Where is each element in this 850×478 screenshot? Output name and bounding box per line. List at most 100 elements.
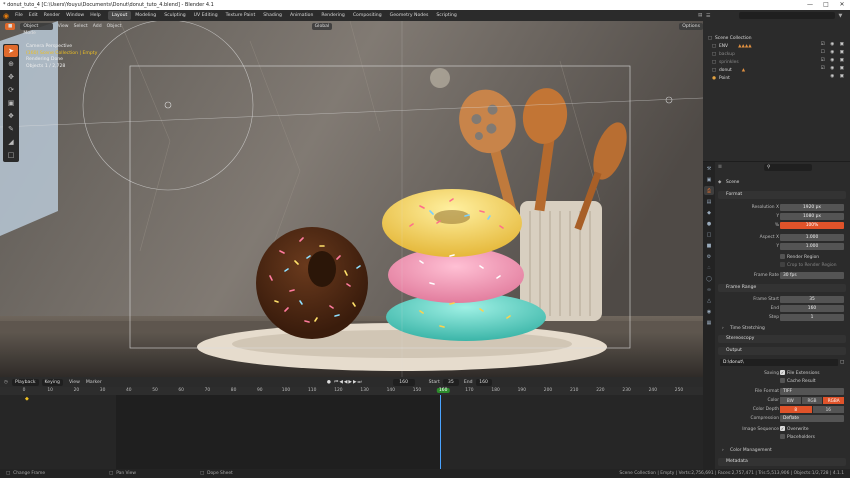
editor-type-icon[interactable]: ☰ [718, 164, 722, 171]
outliner-search[interactable] [739, 12, 836, 19]
color-rgba-option[interactable]: RGBA [823, 397, 845, 404]
render-region-checkbox[interactable]: Render Region [780, 254, 819, 261]
visibility-icons[interactable]: ◉ ▣ [830, 74, 846, 79]
frame-end-field[interactable]: 160 [780, 305, 844, 312]
panel-metadata[interactable]: Metadata [718, 458, 846, 466]
aspect-x-field[interactable]: 1.000 [780, 234, 844, 241]
resolution-percent-field[interactable]: 100% [780, 222, 844, 229]
depth-16-option[interactable]: 16 [812, 406, 844, 413]
outliner-item-point[interactable]: ● Point ◉ ▣ [703, 74, 850, 82]
output-tab-icon[interactable]: ⎙ [704, 186, 714, 195]
panel-frame-range[interactable]: Frame Range [718, 284, 846, 292]
transform-orientation[interactable]: Global [311, 22, 333, 30]
move-icon[interactable]: ✥ [4, 71, 18, 83]
scene-tab-icon[interactable]: ◆ [704, 208, 714, 217]
menu-help[interactable]: Help [87, 13, 103, 18]
color-rgb-option[interactable]: RGB [801, 397, 823, 404]
visibility-icons[interactable]: ☑ ◉ ▣ [821, 42, 846, 47]
constraints-tab-icon[interactable]: ∞ [704, 285, 714, 294]
particles-tab-icon[interactable]: ∴ [704, 263, 714, 272]
data-tab-icon[interactable]: △ [704, 296, 714, 305]
select-box-icon[interactable]: ➤ [4, 45, 18, 57]
texture-tab-icon[interactable]: ▦ [704, 318, 714, 327]
menu-edit[interactable]: Edit [26, 13, 41, 18]
compression-select[interactable]: Deflate [780, 415, 844, 422]
file-format-select[interactable]: TIFF [780, 388, 844, 395]
annotate-icon[interactable]: ✎ [4, 123, 18, 135]
outliner-editor-icon[interactable]: ☰ [706, 13, 710, 19]
frame-step-field[interactable]: 1 [780, 314, 844, 321]
menu-file[interactable]: File [12, 13, 26, 18]
world-tab-icon[interactable]: ● [704, 219, 714, 228]
keyframe-icon[interactable]: ◆ [25, 396, 29, 402]
output-path-field[interactable]: D:\donut\ [720, 359, 838, 366]
blender-logo-icon[interactable]: ◉ [0, 12, 12, 20]
color-management-row[interactable]: › Color Management [716, 447, 850, 454]
folder-icon[interactable]: □ [840, 359, 844, 366]
rotate-icon[interactable]: ⟳ [4, 84, 18, 96]
frame-start-field[interactable]: 35 [780, 296, 844, 303]
options-button[interactable]: Options [679, 22, 703, 30]
overwrite-checkbox[interactable]: ✓ Overwrite [780, 426, 809, 433]
timeline-editor-icon[interactable]: ◷ [0, 380, 12, 385]
tab-sculpting[interactable]: Sculpting [160, 11, 189, 20]
playback-controls[interactable]: ● ⏮◀◀▶▶⏭ [327, 379, 363, 385]
editor-type-icon[interactable]: ■ [5, 22, 16, 30]
maximize-icon[interactable]: □ [818, 0, 834, 10]
playhead-line[interactable] [440, 395, 441, 469]
tab-uv-editing[interactable]: UV Editing [190, 11, 222, 20]
transform-icon[interactable]: ❖ [4, 110, 18, 122]
outliner-root[interactable]: □ Scene Collection [703, 34, 850, 42]
minimize-icon[interactable]: — [802, 0, 818, 10]
modifier-tab-icon[interactable]: ⚙ [704, 252, 714, 261]
marker-menu[interactable]: Marker [83, 380, 105, 385]
tab-rendering[interactable]: Rendering [317, 11, 348, 20]
view-layer-tab-icon[interactable]: ▤ [704, 197, 714, 206]
visibility-icons[interactable]: ☐ ◉ ▣ [821, 50, 846, 55]
tab-animation[interactable]: Animation [286, 11, 317, 20]
menu-add[interactable]: Add [93, 24, 102, 29]
cache-result-checkbox[interactable]: Cache Result [780, 378, 816, 385]
color-bw-option[interactable]: BW [780, 397, 801, 404]
menu-view[interactable]: View [58, 24, 69, 29]
aspect-y-field[interactable]: 1.000 [780, 243, 844, 250]
physics-tab-icon[interactable]: ◯ [704, 274, 714, 283]
timeline[interactable]: ◷ Playback Keying View Marker ● ⏮◀◀▶▶⏭ 1… [0, 377, 703, 469]
close-icon[interactable]: ✕ [834, 0, 850, 10]
3d-viewport[interactable] [0, 21, 703, 377]
tab-modeling[interactable]: Modeling [131, 11, 160, 20]
visibility-icons[interactable]: ☑ ◉ ▣ [821, 58, 846, 63]
frame-ruler[interactable]: 0 10 20 30 40 50 60 70 80 90 100 110 120 130 140 150 160… [0, 387, 703, 395]
material-tab-icon[interactable]: ◉ [704, 307, 714, 316]
menu-object[interactable]: Object [107, 24, 122, 29]
filter-icon[interactable]: ▼ [838, 13, 842, 19]
tab-compositing[interactable]: Compositing [349, 11, 386, 20]
timeline-view-menu[interactable]: View [66, 380, 83, 385]
current-frame-field[interactable]: 160 [392, 378, 415, 386]
object-tab-icon[interactable]: ■ [704, 241, 714, 250]
frame-rate-select[interactable]: 30 fps [780, 272, 844, 279]
tab-layout[interactable]: Layout [107, 11, 132, 20]
panel-stereoscopy[interactable]: Stereoscopy [718, 335, 846, 343]
resolution-y-field[interactable]: 1080 px [780, 213, 844, 220]
tab-texture-paint[interactable]: Texture Paint [222, 11, 260, 20]
props-search[interactable]: ⚲ [764, 164, 812, 171]
tab-geometry-nodes[interactable]: Geometry Nodes [386, 11, 433, 20]
tool-tab-icon[interactable]: ⚒ [704, 164, 714, 173]
outliner-item-backup[interactable]: □ backup ☐ ◉ ▣ [703, 50, 850, 58]
panel-format[interactable]: Format [718, 191, 846, 199]
collection-tab-icon[interactable]: □ [704, 230, 714, 239]
mode-select[interactable]: Object Mode [20, 22, 53, 36]
end-frame-field[interactable]: 160 [475, 378, 492, 386]
outliner-item-env[interactable]: □ ENV ▲▲▲▲ ☑ ◉ ▣ [703, 42, 850, 50]
resolution-x-field[interactable]: 1920 px [780, 204, 844, 211]
tab-shading[interactable]: Shading [259, 11, 286, 20]
outliner-item-sprinkles[interactable]: □ sprinkles ☑ ◉ ▣ [703, 58, 850, 66]
menu-render[interactable]: Render [41, 13, 63, 18]
add-cube-icon[interactable]: □ [4, 149, 18, 161]
menu-select[interactable]: Select [74, 24, 88, 29]
render-tab-icon[interactable]: ▣ [704, 175, 714, 184]
visibility-icons[interactable]: ☑ ◉ ▣ [821, 66, 846, 71]
time-stretching-row[interactable]: › Time Stretching [716, 325, 850, 332]
outliner-item-donut[interactable]: □ donut ▲ ☑ ◉ ▣ [703, 66, 850, 74]
